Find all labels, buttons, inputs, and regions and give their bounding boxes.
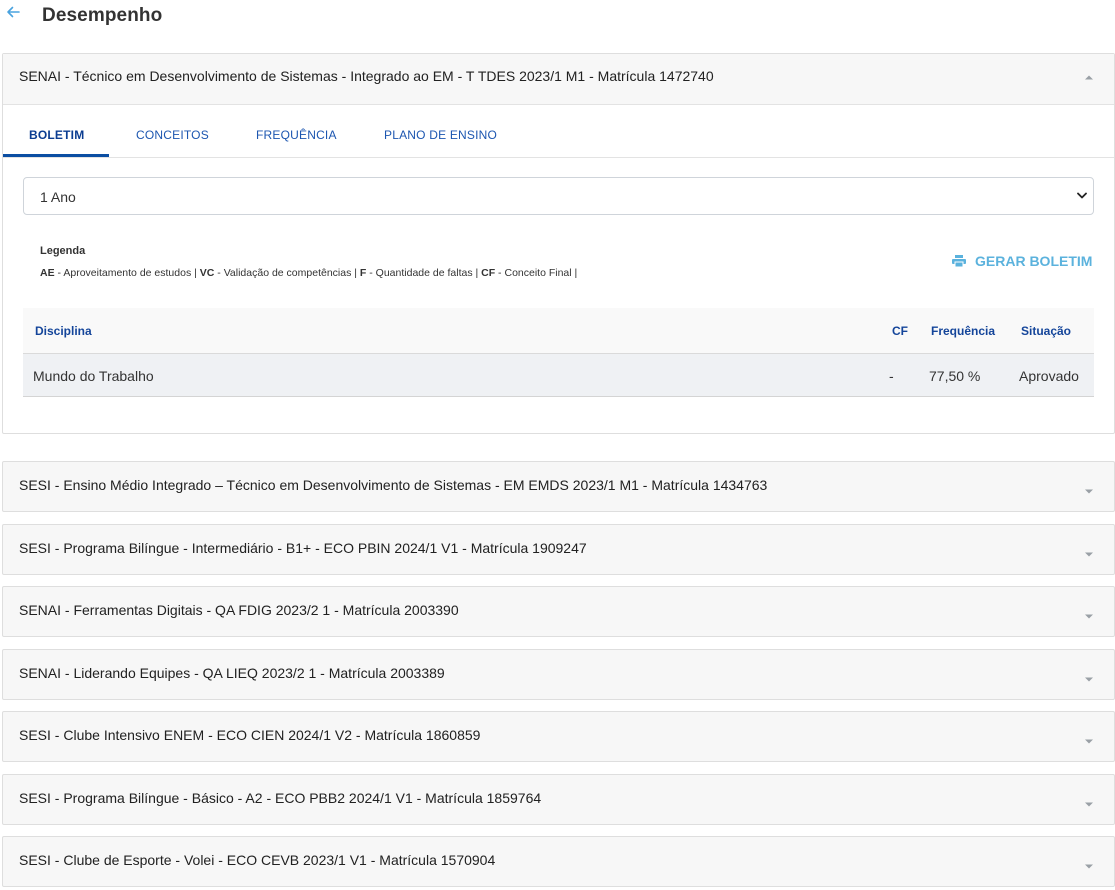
panel-title: SESI - Ensino Médio Integrado – Técnico … [19,477,768,493]
active-tab-indicator [3,154,109,157]
panel-title: SESI - Clube de Esporte - Volei - ECO CE… [19,852,496,868]
cell-situacao: Aprovado [1019,368,1079,384]
tab-plano-de-ensino[interactable]: PLANO DE ENSINO [384,128,497,142]
header-cf: CF [892,324,908,338]
chevron-down-icon [1085,864,1093,869]
cell-disciplina: Mundo do Trabalho [33,368,154,384]
legend-abbr: VC [199,267,215,279]
tab-frequencia[interactable]: FREQUÊNCIA [256,128,337,142]
course-panel-collapsed[interactable]: SENAI - Liderando Equipes - QA LIEQ 2023… [2,649,1115,700]
chevron-down-icon [1085,739,1093,744]
legend-abbr: AE [40,267,55,279]
panel-header[interactable]: SENAI - Técnico em Desenvolvimento de Si… [3,54,1114,105]
chevron-down-icon [1085,802,1093,807]
page-title: Desempenho [42,5,163,26]
chevron-down-icon [1085,677,1093,682]
legend-desc: Quantidade de faltas [375,267,473,279]
chevron-down-icon [1085,489,1093,494]
chevron-down-icon [1077,192,1087,199]
course-panel-collapsed[interactable]: SESI - Clube de Esporte - Volei - ECO CE… [2,836,1115,887]
back-arrow-icon[interactable] [5,4,21,20]
header-frequencia: Frequência [931,324,996,338]
cell-cf: - [889,368,894,384]
table-row[interactable]: Mundo do Trabalho - 77,50 % Aprovado [23,354,1094,397]
chevron-up-icon[interactable] [1084,74,1094,80]
legend-abbr: F [359,267,367,279]
header-disciplina: Disciplina [35,324,92,338]
legend-title: Legenda [40,245,86,257]
table-header: Disciplina CF Frequência Situação [23,308,1094,354]
grades-table: Disciplina CF Frequência Situação Mundo … [23,308,1094,397]
panel-title: SESI - Programa Bilíngue - Intermediário… [19,540,587,556]
legend-text: AE - Aproveitamento de estudos | VC - Va… [40,267,578,279]
legend-desc: Validação de competências [223,267,352,279]
printer-icon [952,255,966,267]
tab-bar: BOLETIM CONCEITOS FREQUÊNCIA PLANO DE EN… [3,105,1114,158]
legend-desc: Conceito Final [504,267,572,279]
tab-conceitos[interactable]: CONCEITOS [136,128,209,142]
generate-report-button[interactable]: GERAR BOLETIM [952,253,1092,271]
cell-frequencia: 77,50 % [929,368,981,384]
header-situacao: Situação [1021,324,1072,338]
legend-desc: Aproveitamento de estudos [63,267,192,279]
period-select[interactable]: 1 Ano [23,177,1094,215]
panel-title: SESI - Programa Bilíngue - Básico - A2 -… [19,790,542,806]
generate-report-label: GERAR BOLETIM [975,253,1093,269]
legend-abbr: CF [481,267,496,279]
course-panel-collapsed[interactable]: SESI - Programa Bilíngue - Básico - A2 -… [2,774,1115,825]
panel-title: SESI - Clube Intensivo ENEM - ECO CIEN 2… [19,727,481,743]
page-header: Desempenho [0,0,1115,34]
period-select-value: 1 Ano [40,189,76,205]
course-panel-collapsed[interactable]: SESI - Clube Intensivo ENEM - ECO CIEN 2… [2,711,1115,762]
panel-title: SENAI - Liderando Equipes - QA LIEQ 2023… [19,665,445,681]
course-panel-collapsed[interactable]: SESI - Ensino Médio Integrado – Técnico … [2,461,1115,512]
course-panel-expanded: SENAI - Técnico em Desenvolvimento de Si… [2,53,1115,434]
course-panel-collapsed[interactable]: SESI - Programa Bilíngue - Intermediário… [2,524,1115,575]
tab-boletim[interactable]: BOLETIM [29,128,84,142]
course-panel-collapsed[interactable]: SENAI - Ferramentas Digitais - QA FDIG 2… [2,586,1115,637]
chevron-down-icon [1085,552,1093,557]
chevron-down-icon [1085,614,1093,619]
panel-title: SENAI - Ferramentas Digitais - QA FDIG 2… [19,602,459,618]
panel-title: SENAI - Técnico em Desenvolvimento de Si… [19,68,714,84]
